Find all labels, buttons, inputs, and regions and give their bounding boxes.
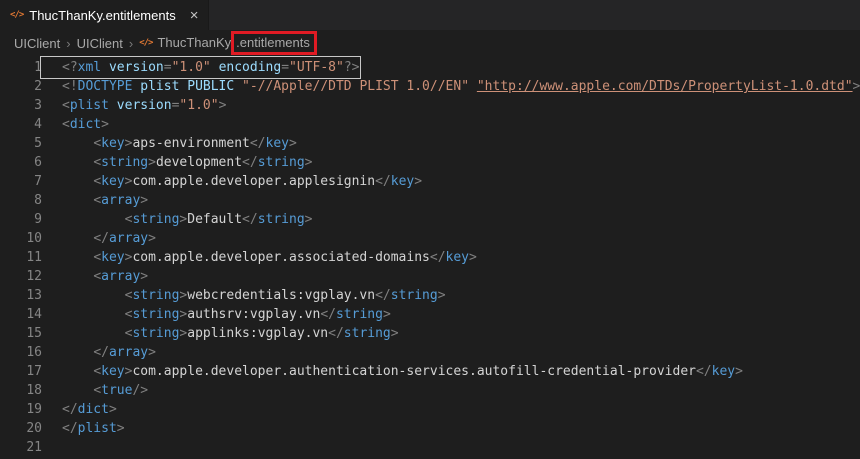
line-content: <array> <box>93 269 149 284</box>
line-content: <?xml version="1.0" encoding="UTF-8"?> <box>39 56 362 79</box>
tab-bar: </> ThucThanKy.entitlements × <box>0 0 860 30</box>
breadcrumb: UIClient › UIClient › </> ThucThanKy .ent… <box>0 30 860 56</box>
line-content: </array> <box>93 345 156 360</box>
chevron-right-icon: › <box>66 35 71 51</box>
code-line[interactable]: 1 <?xml version="1.0" encoding="UTF-8"?> <box>0 56 860 79</box>
line-content: <plist version="1.0"> <box>62 98 227 113</box>
line-content: <key>com.apple.developer.authentication-… <box>93 364 743 379</box>
line-content: <string>webcredentials:vgplay.vn</string… <box>124 288 446 303</box>
line-number: 12 <box>26 269 42 284</box>
line-content: <!DOCTYPE plist PUBLIC "-//Apple//DTD PL… <box>62 79 860 94</box>
chevron-right-icon: › <box>128 35 134 51</box>
line-number: 1 <box>34 60 42 75</box>
breadcrumb-file-extension: .entitlements <box>236 35 310 50</box>
line-number: 4 <box>34 117 42 132</box>
line-content: <string>Default</string> <box>124 212 313 227</box>
line-number: 18 <box>26 383 42 398</box>
line-content: <key>com.apple.developer.applesignin</ke… <box>93 174 423 189</box>
vscode-window: </> ThucThanKy.entitlements × UIClient ›… <box>0 0 860 459</box>
line-content: </plist> <box>62 421 125 436</box>
code-line[interactable]: 2 <!DOCTYPE plist PUBLIC "-//Apple//DTD P… <box>0 77 860 96</box>
line-content: <true/> <box>93 383 149 398</box>
code-line[interactable]: 3 <plist version="1.0"> <box>0 96 860 115</box>
code-line[interactable]: 5 <key>aps-environment</key> <box>0 134 860 153</box>
line-content: <dict> <box>62 117 109 132</box>
code-line[interactable]: 13 <string>webcredentials:vgplay.vn</str… <box>0 286 860 305</box>
line-content: <string>applinks:vgplay.vn</string> <box>124 326 399 341</box>
line-content: <key>com.apple.developer.associated-doma… <box>93 250 477 265</box>
breadcrumb-item-file[interactable]: ThucThanKy .entitlements <box>157 31 317 55</box>
code-line[interactable]: 4 <dict> <box>0 115 860 134</box>
code-line[interactable]: 9 <string>Default</string> <box>0 210 860 229</box>
line-content: <array> <box>93 193 149 208</box>
close-icon[interactable]: × <box>190 8 199 23</box>
code-line[interactable]: 11 <key>com.apple.developer.associated-d… <box>0 248 860 267</box>
code-line[interactable]: 8 <array> <box>0 191 860 210</box>
line-content: <key>aps-environment</key> <box>93 136 297 151</box>
line-number: 7 <box>34 174 42 189</box>
line-number: 2 <box>34 79 42 94</box>
line-number: 21 <box>26 440 42 455</box>
line-content: </array> <box>93 231 156 246</box>
xml-file-icon: </> <box>10 10 24 20</box>
code-line[interactable]: 18 <true/> <box>0 381 860 400</box>
line-number: 19 <box>26 402 42 417</box>
code-line[interactable]: 21 <box>0 438 860 457</box>
line-number: 15 <box>26 326 42 341</box>
line-content: </dict> <box>62 402 117 417</box>
code-line[interactable]: 17 <key>com.apple.developer.authenticati… <box>0 362 860 381</box>
xml-file-icon: </> <box>139 38 153 48</box>
code-line[interactable]: 19 </dict> <box>0 400 860 419</box>
line-content: <string>authsrv:vgplay.vn</string> <box>124 307 391 322</box>
line-number: 11 <box>26 250 42 265</box>
code-line[interactable]: 12 <array> <box>0 267 860 286</box>
code-line[interactable]: 16 </array> <box>0 343 860 362</box>
tab-title: ThucThanKy.entitlements <box>29 7 176 23</box>
line-number: 20 <box>26 421 42 436</box>
line-number: 17 <box>26 364 42 379</box>
line-number: 10 <box>26 231 42 246</box>
line-content <box>42 438 62 457</box>
line-number: 9 <box>34 212 42 227</box>
line-number: 16 <box>26 345 42 360</box>
annotation-box: .entitlements <box>231 31 317 55</box>
breadcrumb-file-basename: ThucThanKy <box>157 35 232 50</box>
code-line[interactable]: 7 <key>com.apple.developer.applesignin</… <box>0 172 860 191</box>
line-number: 14 <box>26 307 42 322</box>
code-line[interactable]: 20 </plist> <box>0 419 860 438</box>
line-number: 13 <box>26 288 42 303</box>
line-number: 8 <box>34 193 42 208</box>
code-line[interactable]: 10 </array> <box>0 229 860 248</box>
code-line[interactable]: 14 <string>authsrv:vgplay.vn</string> <box>0 305 860 324</box>
line-content: <string>development</string> <box>93 155 313 170</box>
line-number: 5 <box>34 136 42 151</box>
code-lines: 1 <?xml version="1.0" encoding="UTF-8"?> 2… <box>0 56 860 457</box>
editor-tab[interactable]: </> ThucThanKy.entitlements × <box>0 0 210 30</box>
breadcrumb-item-uiclient[interactable]: UIClient <box>14 36 60 51</box>
code-line[interactable]: 6 <string>development</string> <box>0 153 860 172</box>
line-number: 3 <box>34 98 42 113</box>
line-number: 6 <box>34 155 42 170</box>
code-editor[interactable]: 1 <?xml version="1.0" encoding="UTF-8"?> 2… <box>0 56 860 459</box>
breadcrumb-item-uiclient-2[interactable]: UIClient <box>77 36 123 51</box>
code-line[interactable]: 15 <string>applinks:vgplay.vn</string> <box>0 324 860 343</box>
